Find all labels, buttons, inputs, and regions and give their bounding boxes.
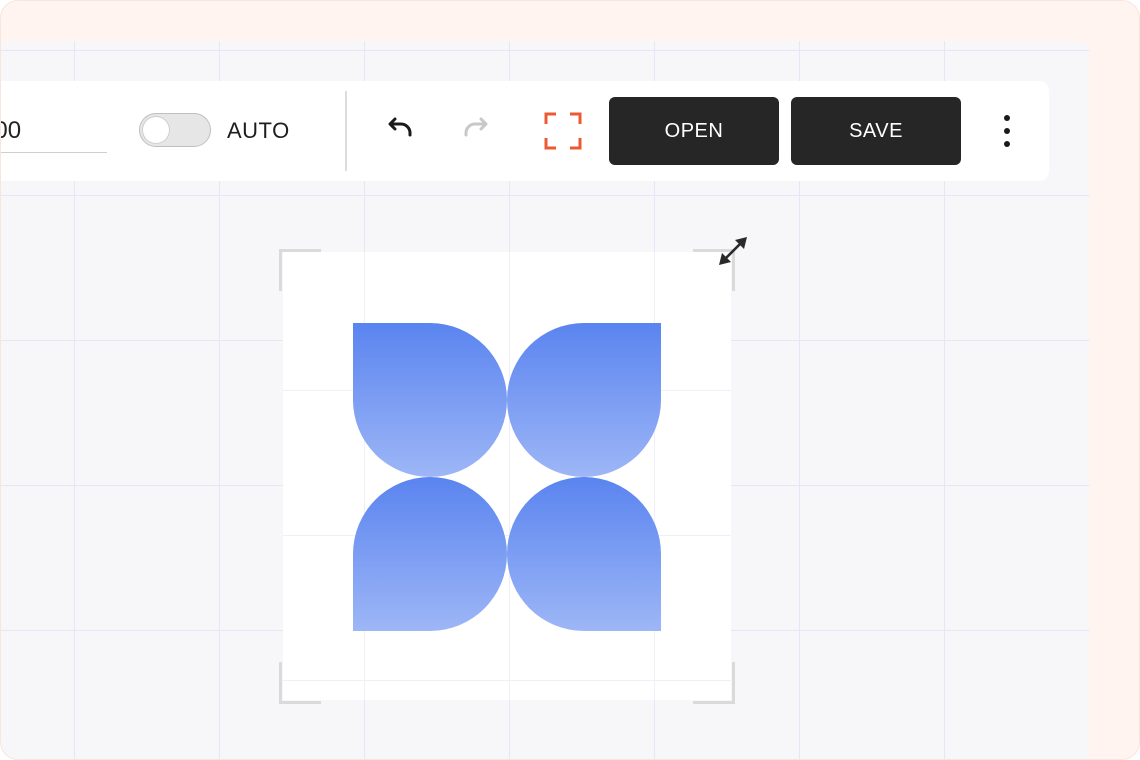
undo-button[interactable] [377, 109, 421, 153]
app-frame: AUTO OPEN SA [0, 0, 1140, 760]
fit-to-screen-button[interactable] [541, 109, 585, 153]
auto-toggle[interactable] [139, 113, 211, 147]
selection-corner-top-left[interactable] [279, 249, 321, 291]
redo-icon [464, 117, 488, 137]
selection-corner-bottom-right[interactable] [693, 662, 735, 704]
redo-button[interactable] [455, 109, 499, 153]
toolbar-divider [345, 91, 347, 171]
open-button[interactable]: OPEN [609, 97, 779, 165]
four-petal-flower-shape[interactable] [353, 323, 661, 631]
size-input[interactable] [1, 109, 107, 153]
auto-toggle-label: AUTO [227, 118, 290, 143]
fit-to-screen-icon [544, 112, 582, 150]
undo-icon [388, 117, 412, 137]
toggle-knob [143, 117, 169, 143]
more-options-button[interactable] [985, 109, 1029, 153]
more-vertical-icon [1004, 115, 1010, 147]
save-button[interactable]: SAVE [791, 97, 961, 165]
top-toolbar: AUTO OPEN SA [1, 81, 1049, 181]
diagonal-resize-icon[interactable] [713, 231, 753, 271]
selection-corner-bottom-left[interactable] [279, 662, 321, 704]
